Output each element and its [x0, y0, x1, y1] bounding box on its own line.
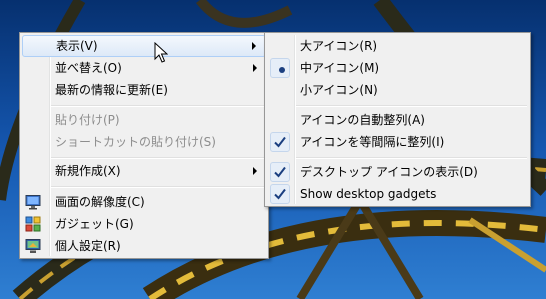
submenu-arrow-icon [253, 167, 257, 175]
menu-item-medium-icons[interactable]: 中アイコン(M) [267, 57, 528, 79]
menu-item-screen-resolution[interactable]: 画面の解像度(C) [22, 191, 266, 213]
menu-item-small-icons[interactable]: 小アイコン(N) [267, 79, 528, 101]
menu-item-show-desktop-icons[interactable]: デスクトップ アイコンの表示(D) [267, 161, 528, 183]
radio-bullet-icon [270, 58, 290, 78]
menu-item-auto-arrange[interactable]: アイコンの自動整列(A) [267, 109, 528, 131]
checkmark-icon [270, 184, 290, 204]
desktop-context-menu: 表示(V) 並べ替え(O) 最新の情報に更新(E) 貼り付け(P) ショートカッ… [19, 32, 269, 259]
menu-item-show-desktop-gadgets[interactable]: Show desktop gadgets [267, 183, 528, 205]
menu-item-paste-shortcut[interactable]: ショートカットの貼り付け(S) [22, 131, 266, 153]
menu-item-gadgets-label: ガジェット(G) [55, 217, 134, 231]
gadgets-icon [25, 216, 41, 232]
submenu-arrow-icon [253, 64, 257, 72]
menu-item-large-icons-label: 大アイコン(R) [300, 39, 378, 53]
menu-separator [51, 105, 265, 107]
checkmark-icon [270, 162, 290, 182]
menu-item-refresh[interactable]: 最新の情報に更新(E) [22, 79, 266, 101]
menu-item-sort-by-label: 並べ替え(O) [55, 61, 122, 75]
menu-item-screen-resolution-label: 画面の解像度(C) [55, 195, 145, 209]
menu-item-new[interactable]: 新規作成(X) [22, 160, 266, 182]
menu-item-small-icons-label: 小アイコン(N) [300, 83, 378, 97]
menu-item-sort-by[interactable]: 並べ替え(O) [22, 57, 266, 79]
menu-item-new-label: 新規作成(X) [55, 164, 121, 178]
menu-item-view-label: 表示(V) [56, 39, 98, 53]
menu-separator [296, 157, 527, 159]
menu-item-paste-label: 貼り付け(P) [55, 113, 120, 127]
menu-item-refresh-label: 最新の情報に更新(E) [55, 83, 168, 97]
menu-item-show-desktop-icons-label: デスクトップ アイコンの表示(D) [300, 165, 478, 179]
menu-separator [296, 105, 527, 107]
menu-item-paste-shortcut-label: ショートカットの貼り付け(S) [55, 135, 216, 149]
menu-item-gadgets[interactable]: ガジェット(G) [22, 213, 266, 235]
menu-item-auto-arrange-label: アイコンの自動整列(A) [300, 113, 425, 127]
menu-item-align-to-grid[interactable]: アイコンを等間隔に整列(I) [267, 131, 528, 153]
menu-item-view[interactable]: 表示(V) [22, 35, 266, 57]
monitor-icon [25, 195, 41, 210]
menu-separator [51, 186, 265, 188]
menu-item-personalize[interactable]: 個人設定(R) [22, 235, 266, 257]
view-submenu: 大アイコン(R) 中アイコン(M) 小アイコン(N) アイコンの自動整列(A) … [264, 32, 531, 207]
menu-item-personalize-label: 個人設定(R) [55, 239, 121, 253]
mouse-pointer-icon [154, 42, 168, 63]
menu-item-align-to-grid-label: アイコンを等間隔に整列(I) [300, 135, 445, 149]
checkmark-icon [270, 132, 290, 152]
menu-item-paste[interactable]: 貼り付け(P) [22, 109, 266, 131]
menu-item-show-desktop-gadgets-label: Show desktop gadgets [300, 187, 437, 201]
personalize-icon [25, 239, 41, 253]
submenu-arrow-icon [252, 42, 256, 50]
menu-item-medium-icons-label: 中アイコン(M) [300, 61, 380, 75]
menu-item-large-icons[interactable]: 大アイコン(R) [267, 35, 528, 57]
menu-separator [51, 157, 265, 159]
